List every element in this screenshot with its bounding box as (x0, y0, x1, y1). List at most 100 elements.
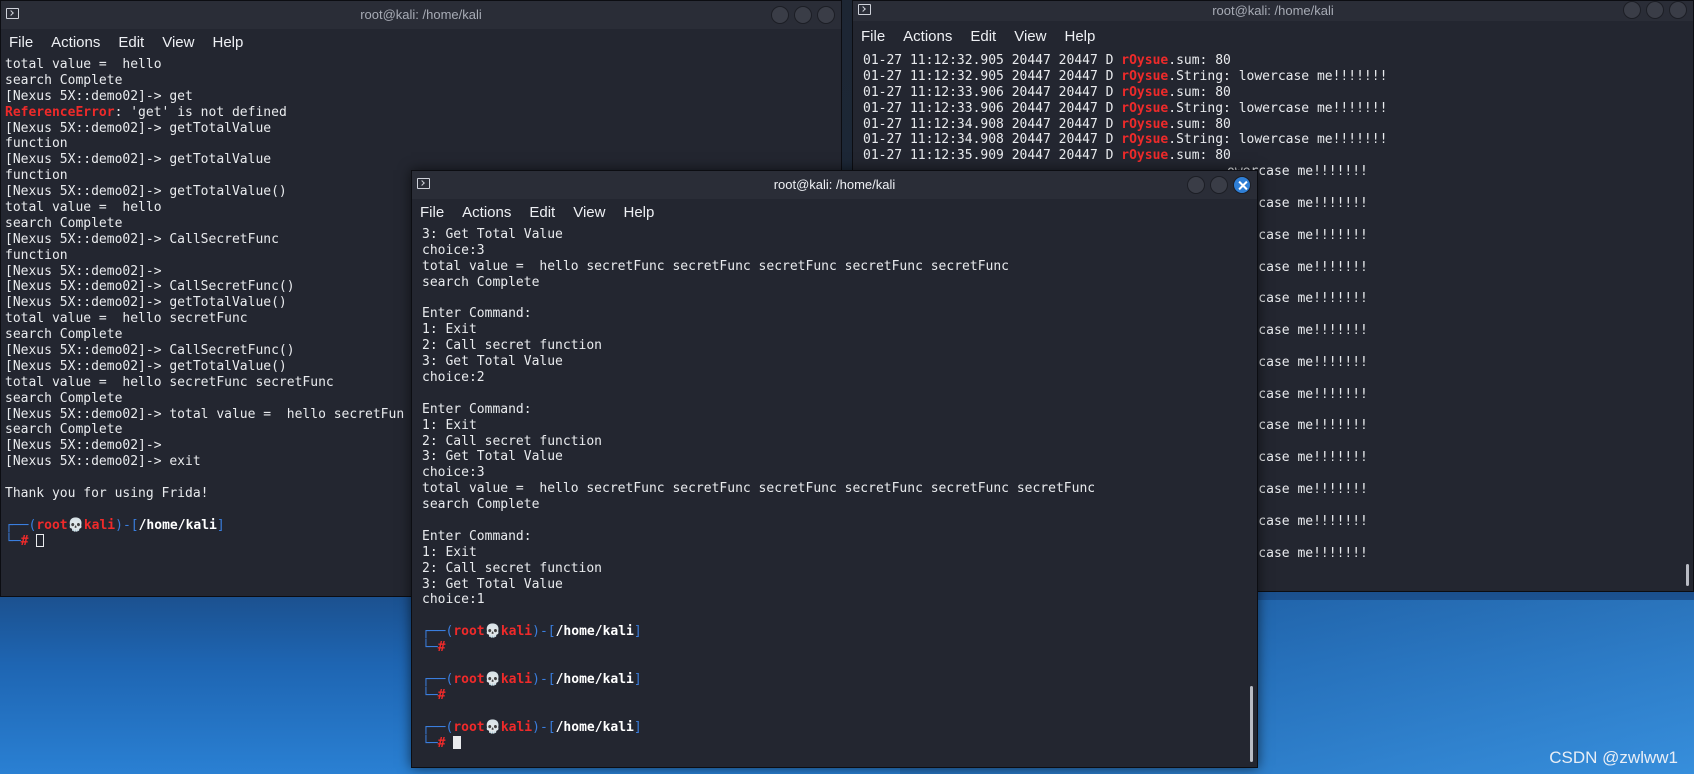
prompt-bracket: ┌──( (422, 671, 454, 687)
line-text: total value = hello secretFunc secretFun… (422, 481, 1096, 497)
watermark: CSDN @zwlww1 (1549, 748, 1678, 767)
log-line: 01-27 11:12:33.906 20447 20447 D rOysue.… (863, 85, 1689, 101)
title-bar[interactable]: root@kali: /home/kali (1, 1, 841, 29)
line-text: 3: Get Total Value (422, 354, 563, 370)
terminal-line: ReferenceError: 'get' is not defined (5, 105, 837, 121)
close-button[interactable] (1233, 176, 1251, 194)
menu-view[interactable]: View (162, 34, 194, 51)
log-line: 01-27 11:12:33.906 20447 20447 D rOysue.… (863, 101, 1689, 117)
close-button[interactable] (817, 6, 835, 24)
menu-bar: File Actions Edit View Help (412, 199, 1257, 225)
error-label: ReferenceError (5, 104, 115, 120)
log-tag: rOysue (1121, 148, 1169, 164)
terminal-output[interactable]: 3: Get Total Value choice:3 total value = … (412, 225, 1257, 753)
terminal-window-front[interactable]: root@kali: /home/kali File Actions Edit … (411, 170, 1258, 768)
menu-actions[interactable]: Actions (51, 34, 100, 51)
title-bar[interactable]: root@kali: /home/kali (412, 171, 1257, 199)
log-line: 01-27 11:12:35.909 20447 20447 D rOysue.… (863, 148, 1689, 164)
line-text: 2: Call secret function (422, 560, 603, 576)
terminal-line: search Complete (422, 275, 1253, 291)
terminal-line: 2: Call secret function (422, 338, 1253, 354)
prompt-line: └─# (422, 688, 1253, 704)
terminal-line: total value = hello secretFunc secretFun… (422, 481, 1253, 497)
terminal-line: [Nexus 5X::demo02]-> getTotalValue (5, 152, 837, 168)
log-tag: rOysue (1121, 116, 1169, 132)
minimize-button[interactable] (771, 6, 789, 24)
prompt-bracket: └─ (422, 735, 438, 751)
terminal-line: total value = hello (5, 57, 837, 73)
menu-edit[interactable]: Edit (529, 204, 555, 221)
prompt-line: ┌──(root💀kali)-[/home/kali] (422, 624, 1253, 640)
line-text: 1: Exit (422, 544, 477, 560)
prompt-bracket: ] (633, 719, 642, 735)
line-text: total value = hello (5, 200, 162, 216)
line-text: [Nexus 5X::demo02]-> CallSecretFunc (5, 231, 279, 247)
menu-help[interactable]: Help (623, 204, 654, 221)
line-text: 1: Exit (422, 322, 477, 338)
log-line: 01-27 11:12:32.905 20447 20447 D rOysue.… (863, 53, 1689, 69)
prompt-host: kali (500, 624, 533, 640)
prompt-user: root (453, 624, 485, 640)
line-text: search Complete (5, 422, 123, 438)
line-text: search Complete (5, 327, 123, 343)
maximize-button[interactable] (1646, 1, 1664, 19)
terminal-line: [Nexus 5X::demo02]-> getTotalValue (5, 121, 837, 137)
prompt-bracket: )-[ (532, 719, 556, 735)
prompt-bracket: ] (216, 517, 225, 533)
menu-file[interactable]: File (9, 34, 33, 51)
close-button[interactable] (1669, 1, 1687, 19)
prompt-bracket: ┌──( (5, 517, 37, 533)
terminal-line: 1: Exit (422, 322, 1253, 338)
prompt-hash: # (437, 687, 446, 703)
menu-edit[interactable]: Edit (118, 34, 144, 51)
terminal-line: function (5, 136, 837, 152)
log-message: .sum: 80 (1168, 116, 1231, 132)
line-text: Enter Command: (422, 306, 532, 322)
line-text: search Complete (5, 72, 123, 88)
terminal-line: total value = hello secretFunc secretFun… (422, 259, 1253, 275)
scrollbar[interactable] (1250, 686, 1253, 762)
log-timestamp: 01-27 11:12:33.906 20447 20447 D (863, 100, 1122, 116)
log-tag: rOysue (1121, 68, 1169, 84)
log-tag: rOysue (1121, 84, 1169, 100)
menu-view[interactable]: View (573, 204, 605, 221)
prompt-bracket: └─ (422, 640, 438, 656)
menu-help[interactable]: Help (212, 34, 243, 51)
log-message: .String: lowercase me!!!!!!! (1168, 68, 1388, 84)
line-text: [Nexus 5X::demo02]-> getTotalValue() (5, 295, 287, 311)
maximize-button[interactable] (794, 6, 812, 24)
prompt-host: kali (500, 719, 533, 735)
skull-icon: 💀 (67, 517, 84, 533)
menu-edit[interactable]: Edit (970, 28, 996, 45)
terminal-line: choice:3 (422, 243, 1253, 259)
terminal-line: 3: Get Total Value (422, 449, 1253, 465)
desktop: root@kali: /home/kali File Actions Edit … (0, 0, 1694, 774)
line-text: 2: Call secret function (422, 433, 603, 449)
log-line: 01-27 11:12:34.908 20447 20447 D rOysue.… (863, 117, 1689, 133)
minimize-button[interactable] (1623, 1, 1641, 19)
title-bar[interactable]: root@kali: /home/kali (853, 1, 1693, 21)
line-text: [Nexus 5X::demo02]-> getTotalValue (5, 120, 272, 136)
prompt-bracket: └─ (422, 687, 438, 703)
prompt-path: /home/kali (138, 517, 217, 533)
line-text: choice:1 (422, 592, 485, 608)
menu-actions[interactable]: Actions (462, 204, 511, 221)
line-text: 3: Get Total Value (422, 576, 563, 592)
terminal-line: search Complete (422, 497, 1253, 513)
log-timestamp: 01-27 11:12:34.908 20447 20447 D (863, 116, 1122, 132)
menu-file[interactable]: File (861, 28, 885, 45)
menu-help[interactable]: Help (1064, 28, 1095, 45)
line-text: total value = hello secretFunc (5, 311, 248, 327)
line-text: 3: Get Total Value (422, 227, 563, 242)
menu-actions[interactable]: Actions (903, 28, 952, 45)
scrollbar[interactable] (1686, 564, 1689, 586)
maximize-button[interactable] (1210, 176, 1228, 194)
terminal-line: 1: Exit (422, 545, 1253, 561)
menu-file[interactable]: File (420, 204, 444, 221)
minimize-button[interactable] (1187, 176, 1205, 194)
menu-view[interactable]: View (1014, 28, 1046, 45)
prompt-bracket: ] (633, 624, 642, 640)
line-text: search Complete (422, 497, 540, 513)
